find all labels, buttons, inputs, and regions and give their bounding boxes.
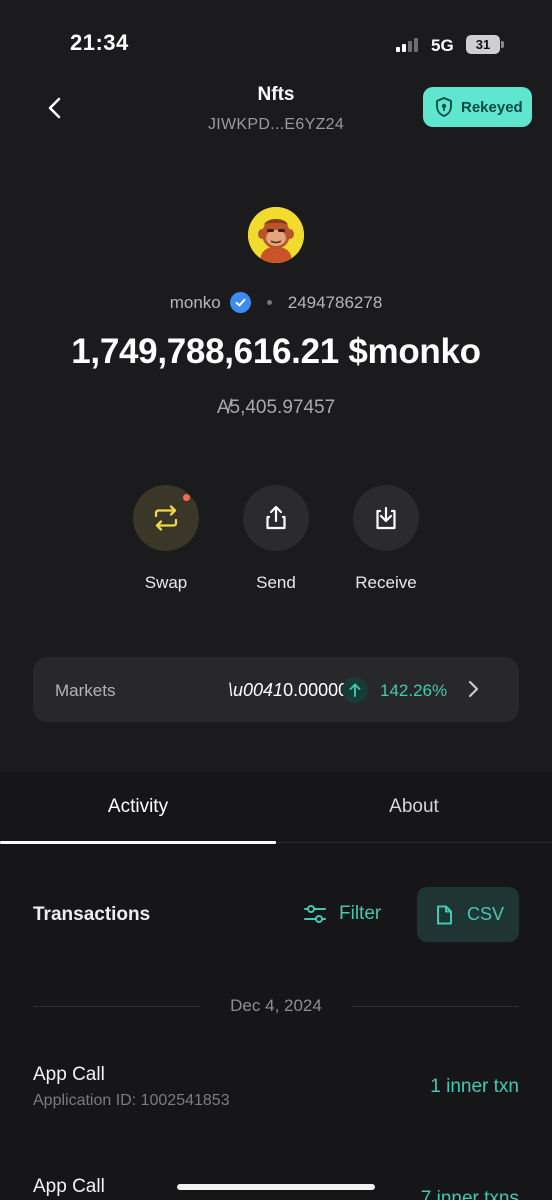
date-label: Dec 4, 2024 — [230, 996, 322, 1015]
download-icon — [376, 506, 396, 530]
date-separator: Dec 4, 2024 — [33, 994, 519, 1018]
filter-button[interactable]: Filter — [303, 902, 381, 926]
asset-avatar — [248, 207, 304, 263]
receive-circle — [353, 485, 419, 551]
arrow-up-icon — [342, 677, 368, 703]
upload-icon — [266, 505, 286, 530]
swap-label: Swap — [144, 573, 188, 592]
cellular-signal-icon — [396, 38, 424, 52]
algo-symbol: \u0041 — [228, 680, 284, 700]
status-time: 21:34 — [70, 30, 129, 55]
csv-export-button[interactable]: CSV — [417, 887, 519, 942]
send-circle — [243, 485, 309, 551]
asset-name: monko — [169, 292, 221, 312]
chevron-right-icon — [463, 678, 483, 705]
battery-tip — [501, 41, 504, 48]
markets-price: \u00410.000003 — [228, 680, 358, 701]
markets-row[interactable]: Markets \u00410.000003 142.26% — [33, 657, 519, 722]
inner-txn-count: 1 inner txn — [430, 1076, 519, 1097]
activity-section: Activity About Transactions Filter CSV D… — [0, 772, 552, 1200]
home-indicator[interactable] — [177, 1184, 375, 1190]
tab-about[interactable]: About — [276, 796, 552, 818]
file-icon — [437, 905, 452, 924]
receive-button[interactable]: Receive — [331, 485, 441, 593]
swap-icon — [154, 505, 178, 531]
asset-id[interactable]: 2494786278 — [288, 293, 383, 313]
active-tab-indicator — [0, 841, 276, 844]
receive-label: Receive — [355, 573, 417, 592]
inner-txn-count: 7 inner txns — [420, 1188, 519, 1200]
swap-button[interactable]: Swap — [111, 485, 221, 593]
send-label: Send — [256, 573, 296, 592]
separator-dot — [266, 300, 272, 305]
asset-balance: 1,749,788,616.21 $monko — [71, 332, 481, 371]
network-type: 5G — [431, 36, 454, 55]
markets-change: 142.26% — [380, 681, 448, 700]
send-button[interactable]: Send — [221, 485, 331, 593]
rekeyed-badge[interactable]: Rekeyed — [423, 87, 532, 127]
filter-label: Filter — [339, 903, 382, 924]
rekeyed-label: Rekeyed — [461, 98, 523, 116]
monkey-avatar-icon — [248, 207, 304, 263]
battery-icon: 31 — [466, 35, 500, 54]
tab-activity[interactable]: Activity — [0, 796, 276, 818]
transactions-title: Transactions — [33, 904, 151, 925]
transaction-row[interactable]: App Call Application ID: 1002541853 1 in… — [33, 1064, 519, 1110]
swap-circle — [133, 485, 199, 551]
notification-dot — [183, 494, 190, 501]
verified-icon — [229, 292, 251, 313]
markets-label: Markets — [55, 681, 116, 700]
sliders-icon — [304, 905, 326, 923]
csv-label: CSV — [467, 904, 505, 924]
algo-value: A̸⁠5,405.97457 — [216, 397, 336, 418]
shield-icon — [436, 97, 452, 117]
asset-info-line: monko 2494786278 — [0, 292, 552, 313]
status-bar: 21:34 5G 31 — [0, 0, 552, 90]
